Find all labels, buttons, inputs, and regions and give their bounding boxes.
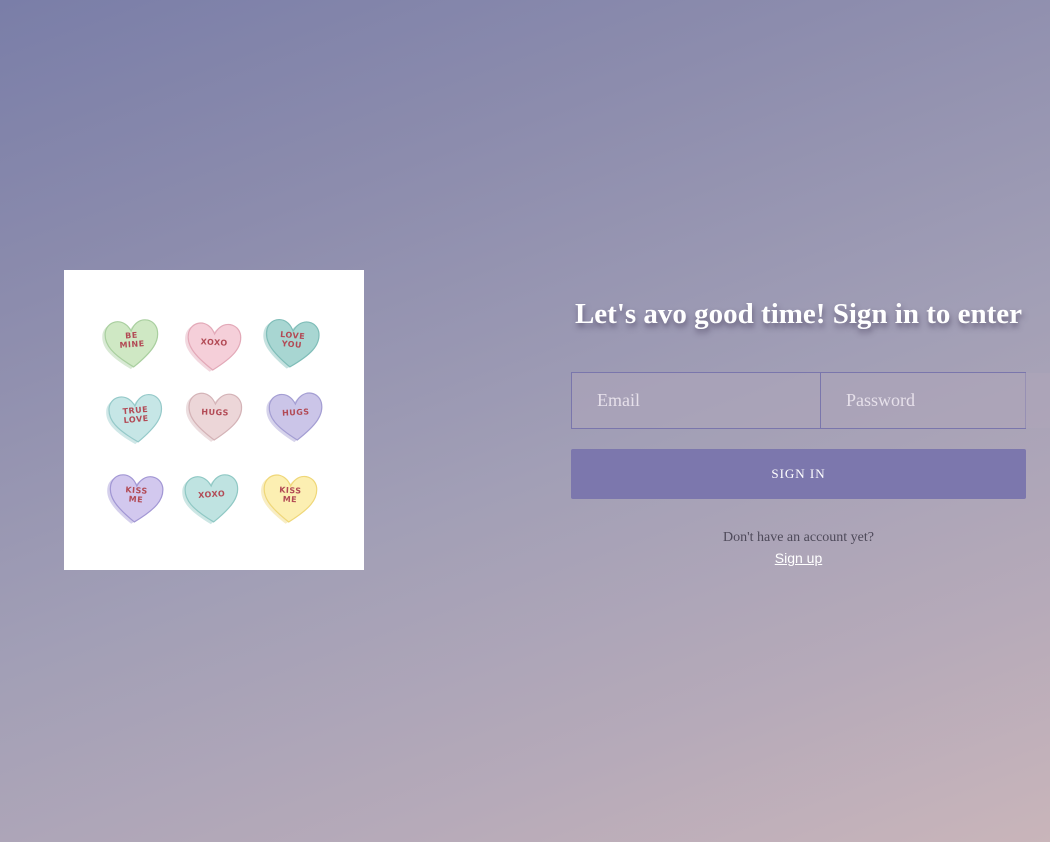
page-title: Let's avo good time! Sign in to enter [574, 298, 1023, 330]
candy-heart: KISS ME [259, 468, 322, 527]
candy-heart: LOVE YOU [260, 312, 325, 373]
candy-heart: KISS ME [104, 468, 168, 528]
email-field[interactable] [572, 373, 820, 428]
candy-heart: HUGS [184, 387, 246, 445]
login-form: Let's avo good time! Sign in to enter SI… [571, 290, 1050, 566]
candy-hearts-illustration: BE MINE XOXO LOVE YOU TRUE LOVE HUGS HUGS KISS… [64, 270, 364, 570]
sign-in-button[interactable]: SIGN IN [571, 449, 1026, 499]
candy-heart: XOXO [180, 468, 244, 528]
heart-message: KISS ME [279, 485, 302, 505]
candy-heart: XOXO [183, 316, 246, 375]
candy-heart: BE MINE [100, 313, 164, 373]
password-field[interactable] [820, 373, 1050, 428]
credentials-row [571, 372, 1050, 429]
candy-heart: TRUE LOVE [104, 387, 169, 448]
no-account-text: Don't have an account yet? [722, 530, 874, 545]
candy-heart: HUGS [265, 386, 328, 445]
sign-up-link[interactable]: Sign up [571, 550, 1026, 566]
